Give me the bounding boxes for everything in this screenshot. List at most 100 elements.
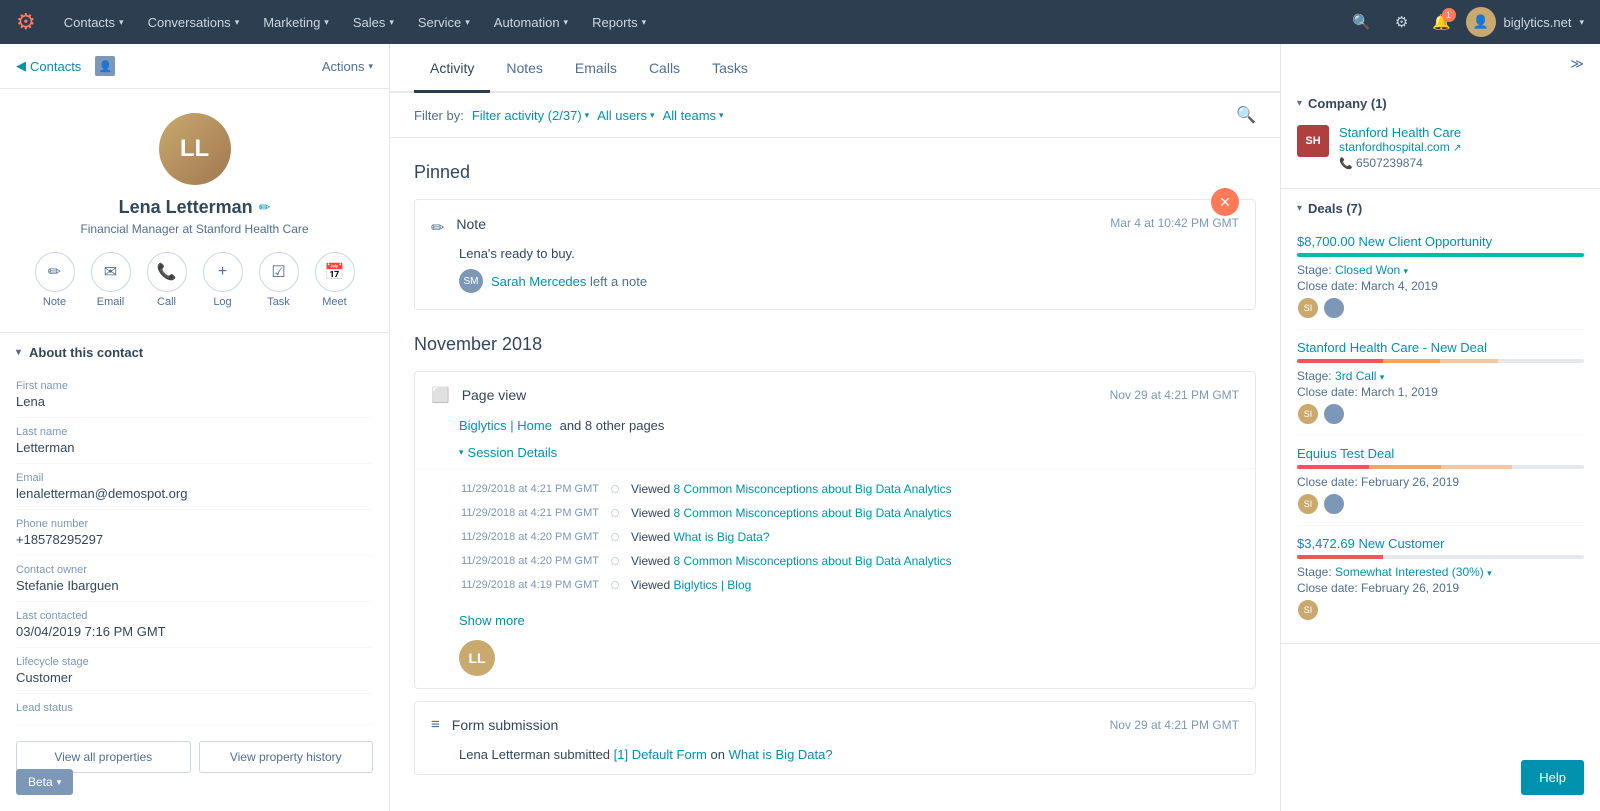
- account-dropdown-icon[interactable]: ▾: [1579, 17, 1584, 28]
- session-details-toggle[interactable]: ▾ Session Details: [415, 441, 1255, 468]
- unpin-button[interactable]: ✕: [1211, 188, 1239, 216]
- nav-marketing[interactable]: Marketing ▾: [251, 0, 341, 44]
- about-section-header[interactable]: ▾ About this contact: [16, 333, 373, 372]
- help-button[interactable]: Help: [1521, 760, 1584, 795]
- filter-bar: Filter by: Filter activity (2/37) ▾ All …: [390, 93, 1280, 138]
- meet-button[interactable]: 📅 Meet: [315, 252, 355, 308]
- tab-activity[interactable]: Activity: [414, 44, 490, 93]
- deal-close-date-4: February 26, 2019: [1361, 581, 1459, 595]
- note-type-icon: ✏: [431, 218, 444, 238]
- nav-sales[interactable]: Sales ▾: [341, 0, 406, 44]
- deal-progress-3: [1297, 465, 1584, 469]
- session-row-3: 11/29/2018 at 4:20 PM GMT Viewed What is…: [431, 525, 1239, 549]
- collapse-right-panel-button[interactable]: ≫: [1281, 44, 1600, 84]
- nav-service[interactable]: Service ▾: [406, 0, 482, 44]
- note-button[interactable]: ✏ Note: [35, 252, 75, 308]
- nav-conversations[interactable]: Conversations ▾: [136, 0, 252, 44]
- deal-avatar-2a: SI: [1297, 403, 1319, 425]
- deal-stage-4[interactable]: Somewhat Interested (30%): [1335, 565, 1484, 579]
- deal-name-4[interactable]: $3,472.69 New Customer: [1297, 536, 1584, 551]
- view-property-history-button[interactable]: View property history: [199, 741, 374, 773]
- deal-avatars-4: SI: [1297, 599, 1584, 621]
- contacts-header: ◀ Contacts 👤 Actions ▾: [0, 44, 389, 89]
- note-author-action: left a note: [590, 274, 647, 289]
- nav-reports[interactable]: Reports ▾: [580, 0, 658, 44]
- log-button[interactable]: + Log: [203, 252, 243, 308]
- tab-emails[interactable]: Emails: [559, 44, 633, 93]
- actions-dropdown[interactable]: Actions ▾: [322, 59, 373, 74]
- deal-avatar-4a: SI: [1297, 599, 1319, 621]
- email-button[interactable]: ✉ Email: [91, 252, 131, 308]
- filter-search-icon[interactable]: 🔍: [1236, 105, 1256, 125]
- right-panel: ≫ ▾ Company (1) SH Stanford Health Care …: [1280, 44, 1600, 811]
- tab-tasks[interactable]: Tasks: [696, 44, 764, 93]
- page-layout: ◀ Contacts 👤 Actions ▾ LL Lena Letterman…: [0, 44, 1600, 811]
- form-page-link[interactable]: What is Big Data?: [729, 747, 833, 762]
- form-submission-timestamp: Nov 29 at 4:21 PM GMT: [1110, 718, 1239, 732]
- nav-right-area: 🔍 ⚙ 🔔 1 👤 biglytics.net ▾: [1346, 6, 1584, 38]
- actions-dropdown-icon: ▾: [368, 61, 373, 72]
- session-page-link-3[interactable]: What is Big Data?: [673, 530, 769, 544]
- pinned-note-card: ✕ ✏ Note Mar 4 at 10:42 PM GMT Lena's re…: [414, 199, 1256, 310]
- deal-name-3[interactable]: Equius Test Deal: [1297, 446, 1584, 461]
- edit-contact-icon[interactable]: ✏: [259, 199, 271, 216]
- activity-filter-button[interactable]: Filter activity (2/37) ▾: [472, 108, 589, 123]
- deal-item-2: Stanford Health Care - New Deal Stage: 3…: [1297, 330, 1584, 436]
- deal-name-2[interactable]: Stanford Health Care - New Deal: [1297, 340, 1584, 355]
- show-more-button[interactable]: Show more: [415, 609, 1255, 640]
- property-last-name: Last name Letterman: [16, 418, 373, 464]
- task-button[interactable]: ☑ Task: [259, 252, 299, 308]
- session-page-link-5[interactable]: Biglytics | Blog: [673, 578, 751, 592]
- deal-progress-4: [1297, 555, 1584, 559]
- note-author-name: Sarah Mercedes: [491, 274, 586, 289]
- deal-progress-2: [1297, 359, 1584, 363]
- nav-contacts[interactable]: Contacts ▾: [52, 0, 136, 44]
- session-page-link-4[interactable]: 8 Common Misconceptions about Big Data A…: [673, 554, 951, 568]
- external-link-icon: ↗: [1453, 143, 1461, 154]
- feed-avatar-row: LL: [415, 640, 1255, 688]
- activity-content: Pinned ✕ ✏ Note Mar 4 at 10:42 PM GMT Le…: [390, 138, 1280, 811]
- contact-name: Lena Letterman: [119, 197, 253, 218]
- company-section-title: Company (1): [1308, 96, 1584, 111]
- tab-calls[interactable]: Calls: [633, 44, 696, 93]
- deal-stage-1[interactable]: Closed Won: [1335, 263, 1400, 277]
- deal-close-date-3: February 26, 2019: [1361, 475, 1459, 489]
- back-to-contacts[interactable]: ◀ Contacts: [16, 58, 81, 74]
- call-button[interactable]: 📞 Call: [147, 252, 187, 308]
- company-section-header[interactable]: ▾ Company (1): [1297, 96, 1584, 111]
- account-name[interactable]: biglytics.net: [1504, 15, 1572, 30]
- settings-button[interactable]: ⚙: [1386, 6, 1418, 38]
- add-contact-icon[interactable]: 👤: [95, 56, 115, 76]
- session-page-link-1[interactable]: 8 Common Misconceptions about Big Data A…: [673, 482, 951, 496]
- hubspot-logo[interactable]: ⚙: [16, 9, 36, 35]
- page-view-links-suffix: and 8 other pages: [560, 418, 665, 433]
- property-lifecycle: Lifecycle stage Customer: [16, 648, 373, 694]
- deal-close-date-1: March 4, 2019: [1361, 279, 1438, 293]
- deal-avatars-3: SI: [1297, 493, 1584, 515]
- company-url-link[interactable]: stanfordhospital.com: [1339, 140, 1450, 154]
- page-view-main-link[interactable]: Biglytics | Home: [459, 418, 552, 433]
- session-dot-1: [611, 485, 619, 493]
- users-filter-button[interactable]: All users ▾: [597, 108, 654, 123]
- deals-section-header[interactable]: ▾ Deals (7): [1297, 201, 1584, 216]
- deal-name-1[interactable]: $8,700.00 New Client Opportunity: [1297, 234, 1584, 249]
- beta-badge[interactable]: Beta ▾: [16, 769, 73, 795]
- nav-automation[interactable]: Automation ▾: [482, 0, 580, 44]
- session-row-1: 11/29/2018 at 4:21 PM GMT Viewed 8 Commo…: [431, 477, 1239, 501]
- deal-stage-2[interactable]: 3rd Call: [1335, 369, 1376, 383]
- phone-icon: 📞: [1339, 158, 1353, 170]
- note-text: Lena's ready to buy.: [459, 246, 1239, 261]
- deal-item-1: $8,700.00 New Client Opportunity Stage: …: [1297, 224, 1584, 330]
- form-submission-title: Form submission: [452, 717, 1098, 733]
- company-chevron-icon: ▾: [1297, 98, 1302, 109]
- form-link[interactable]: [1] Default Form: [614, 747, 707, 762]
- teams-filter-button[interactable]: All teams ▾: [663, 108, 724, 123]
- note-author-avatar: SM: [459, 269, 483, 293]
- about-chevron-icon: ▾: [16, 347, 21, 358]
- search-button[interactable]: 🔍: [1346, 6, 1378, 38]
- session-page-link-2[interactable]: 8 Common Misconceptions about Big Data A…: [673, 506, 951, 520]
- tab-notes[interactable]: Notes: [490, 44, 559, 93]
- company-name[interactable]: Stanford Health Care: [1339, 125, 1584, 140]
- user-avatar-button[interactable]: 👤: [1466, 7, 1496, 37]
- notifications-button[interactable]: 🔔 1: [1426, 6, 1458, 38]
